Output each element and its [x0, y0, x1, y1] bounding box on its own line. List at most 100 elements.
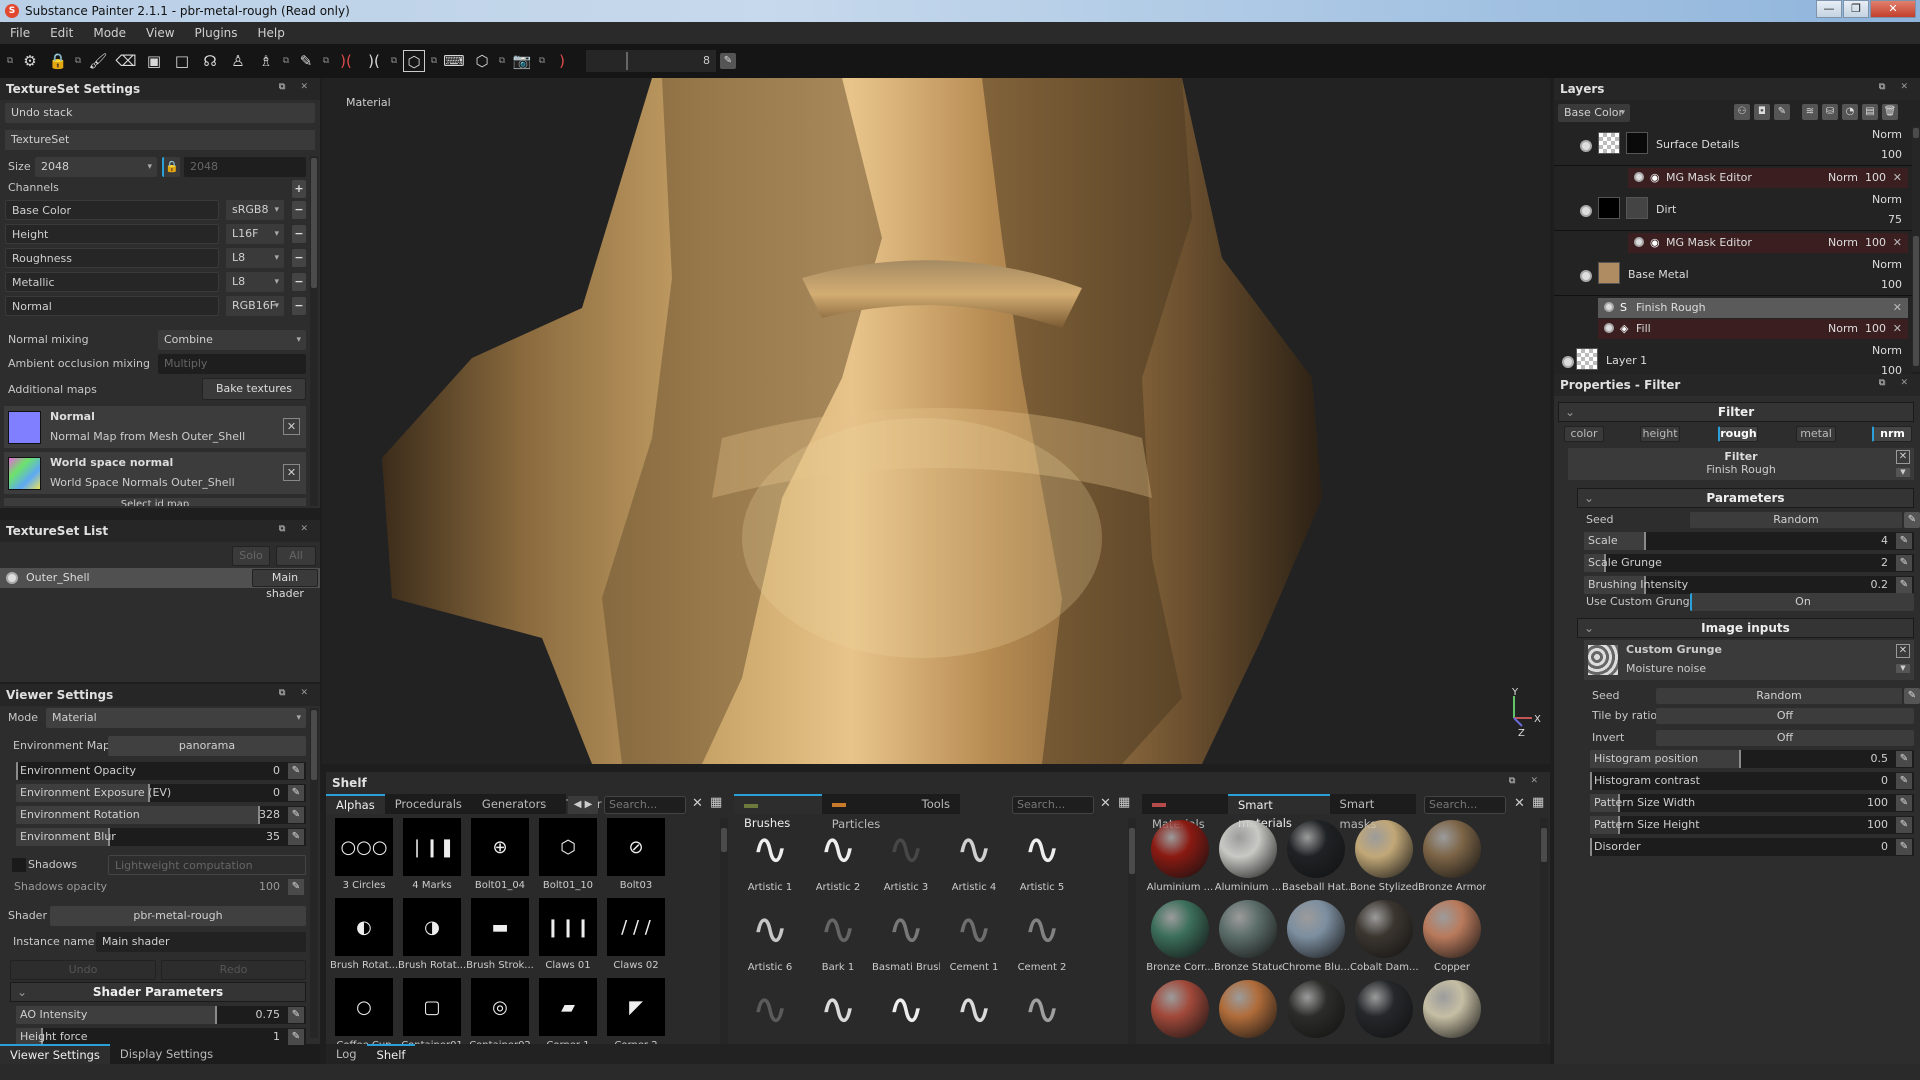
popout-icon[interactable]: ⧉	[281, 50, 291, 72]
shader-button[interactable]: pbr-metal-rough	[50, 906, 306, 926]
tab-alphas[interactable]: Alphas	[326, 794, 385, 814]
parameter-slider[interactable]: Environment Rotation 328 ✎	[16, 806, 306, 824]
paint-brush-icon[interactable]: 🖌	[87, 50, 109, 72]
remove-channel-button[interactable]: −	[292, 297, 306, 315]
panel-controls[interactable]: ⧉ ✕	[1879, 378, 1914, 388]
add-folder-icon[interactable]: ▤	[1862, 104, 1878, 120]
shadows-opacity-slider[interactable]: Shadows opacity 100 ✎	[10, 878, 306, 896]
popout-icon[interactable]: ⧉	[73, 50, 83, 72]
tab-scroll-arrows[interactable]: ◀ ▶	[568, 796, 598, 814]
redo-button[interactable]: Redo	[161, 960, 306, 980]
brush-item[interactable]: ∿ Cement 2	[1008, 900, 1076, 976]
parameter-slider[interactable]: Environment Blur 35 ✎	[16, 828, 306, 846]
solo-button[interactable]: Solo	[232, 546, 270, 566]
restore-button[interactable]: ❐	[1843, 0, 1869, 18]
substance-logo-icon[interactable]: ⚙	[19, 50, 41, 72]
effect-opacity[interactable]: 100	[1865, 319, 1886, 339]
parameter-slider[interactable]: Disorder 0 ✎	[1590, 838, 1914, 856]
alpha-item[interactable]: ▬ Brush Strok...	[466, 898, 534, 974]
add-channel-button[interactable]: +	[292, 180, 306, 198]
channel-format-dropdown[interactable]: L8	[226, 272, 284, 292]
filter-slot[interactable]: Filter Finish Rough ✕ ▼	[1568, 448, 1914, 480]
alpha-item[interactable]: ⊕ Bolt01_04	[466, 818, 534, 894]
brush-item[interactable]: ∿ Artistic 5	[1008, 820, 1076, 896]
menu-mode[interactable]: Mode	[83, 26, 136, 40]
smart-material-item[interactable]: Chrome Blu...	[1282, 900, 1350, 976]
channel-format-dropdown[interactable]: L8	[226, 248, 284, 268]
edit-value-icon[interactable]: ✎	[1904, 512, 1920, 528]
brush-search-input[interactable]: Search...	[1012, 796, 1094, 814]
parameter-slider[interactable]: Environment Opacity 0 ✎	[16, 762, 306, 780]
menu-view[interactable]: View	[136, 26, 184, 40]
scrollbar[interactable]	[1128, 818, 1136, 1044]
brush-item[interactable]: ∿ Artistic 3	[872, 820, 940, 896]
edit-value-icon[interactable]: ✎	[288, 829, 304, 845]
shader-parameters-header[interactable]: ⌄ Shader Parameters	[10, 982, 306, 1002]
effect-opacity[interactable]: 100	[1865, 168, 1886, 188]
bake-lock-icon[interactable]: 🔒	[47, 50, 69, 72]
alpha-item[interactable]: ◎Container02	[466, 978, 534, 1054]
tab-smart-materials[interactable]: Smart materials	[1227, 794, 1330, 830]
scrollbar[interactable]	[720, 818, 728, 1044]
alpha-item[interactable]: ❘❙❚ 4 Marks	[398, 818, 466, 894]
tab-procedurals[interactable]: Procedurals	[385, 794, 472, 814]
panel-controls[interactable]: ⧉ ✕	[279, 524, 314, 534]
smart-material-item[interactable]: Baseball Hat...	[1282, 820, 1350, 896]
remove-channel-button[interactable]: −	[292, 273, 306, 291]
panel-controls[interactable]: ⧉ ✕	[1509, 776, 1544, 786]
mask-effect-row[interactable]: ◉ MG Mask Editor Norm 100 ✕	[1628, 233, 1908, 253]
parameter-slider[interactable]: Pattern Size Height 100 ✎	[1590, 816, 1914, 834]
scrollbar[interactable]	[310, 708, 318, 1038]
delete-layer-icon[interactable]: 🗑	[1882, 104, 1898, 120]
edit-value-icon[interactable]: ✎	[288, 807, 304, 823]
mask-effect-row[interactable]: ◉ MG Mask Editor Norm 100 ✕	[1628, 168, 1908, 188]
remove-map-icon[interactable]: ✕	[283, 464, 300, 481]
parameter-slider[interactable]: Pattern Size Width 100 ✎	[1590, 794, 1914, 812]
parameter-slider[interactable]: Histogram contrast 0 ✎	[1590, 772, 1914, 790]
visibility-eye-icon[interactable]	[1562, 356, 1574, 368]
tab-brushes[interactable]: Brushes	[734, 794, 822, 830]
instance-name-input[interactable]: Main shader	[96, 932, 306, 952]
material-picker-icon[interactable]: ♗	[255, 50, 277, 72]
map-item-normal[interactable]: Normal Normal Map from Mesh Outer_Shell …	[4, 406, 306, 448]
edit-value-icon[interactable]: ✎	[288, 1007, 304, 1023]
brush-item[interactable]: ∿ Cement 1	[940, 900, 1008, 976]
edit-value-icon[interactable]: ✎	[288, 879, 304, 895]
remove-effect-icon[interactable]: ✕	[1893, 168, 1902, 188]
smart-material-item[interactable]: Bronze Statue	[1214, 900, 1282, 976]
tile-by-ratio-toggle[interactable]: Off	[1656, 708, 1914, 724]
visibility-eye-icon[interactable]	[1604, 302, 1614, 312]
material-search-input[interactable]: Search...	[1424, 796, 1506, 814]
edit-value-icon[interactable]: ✎	[288, 763, 304, 779]
popout-icon[interactable]: ⧉	[537, 50, 547, 72]
remove-effect-icon[interactable]: ✕	[1893, 233, 1902, 253]
blend-mode[interactable]: Norm	[1872, 128, 1902, 141]
effect-opacity[interactable]: 100	[1865, 233, 1886, 253]
grid-view-icon[interactable]: ▦	[1532, 795, 1544, 810]
custom-grunge-toggle[interactable]: On	[1690, 593, 1914, 611]
brush-size-slider[interactable]: 8	[586, 50, 716, 72]
menu-file[interactable]: File	[0, 26, 40, 40]
brush-item[interactable]: ∿ Artistic 6	[736, 900, 804, 976]
brush-item[interactable]: ∿ Basmati Brush	[872, 900, 940, 976]
clear-search-icon[interactable]: ✕	[1100, 796, 1111, 811]
alpha-item[interactable]: ◑ Brush Rotat...	[398, 898, 466, 974]
smart-material-item[interactable]: Bronze Corr...	[1146, 900, 1214, 976]
channel-format-dropdown[interactable]: sRGB8	[226, 200, 284, 220]
bake-textures-button[interactable]: Bake textures	[202, 378, 306, 400]
filter-effect-row[interactable]: S Finish Rough ✕	[1598, 298, 1908, 318]
invert-toggle[interactable]: Off	[1656, 730, 1914, 746]
tab-viewer-settings[interactable]: Viewer Settings	[0, 1044, 110, 1064]
scrollbar[interactable]	[1540, 818, 1548, 1044]
screen-record-icon[interactable]: ⌨	[443, 50, 465, 72]
custom-grunge-slot[interactable]: Custom Grunge Moisture noise ✕ ▼	[1584, 640, 1914, 680]
channel-name-field[interactable]: Height	[5, 224, 219, 244]
ao-mixing-dropdown[interactable]: Multiply	[158, 354, 306, 374]
parameter-slider[interactable]: AO Intensity 0.75 ✎	[16, 1006, 306, 1024]
scrollbar[interactable]	[1912, 126, 1920, 372]
tab-shelf[interactable]: Shelf	[366, 1044, 416, 1064]
layer-row[interactable]: Surface Details Norm 100	[1554, 126, 1912, 166]
brush-curve-icon[interactable]: )	[551, 50, 573, 72]
shader-assign-button[interactable]: Main shader	[252, 569, 318, 600]
add-smart-icon[interactable]: ◔	[1842, 104, 1858, 120]
